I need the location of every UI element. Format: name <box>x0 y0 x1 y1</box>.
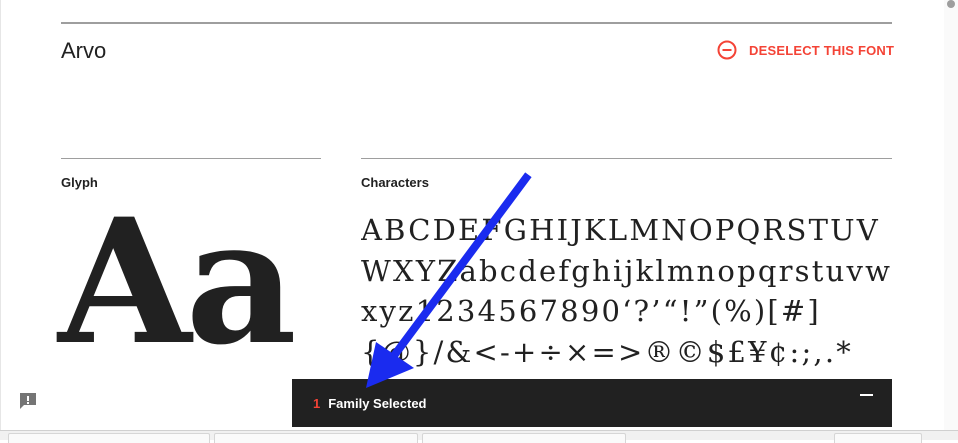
glyph-sample: Aa <box>58 180 297 383</box>
selected-family-count: 1 <box>313 395 321 411</box>
bottom-tab[interactable] <box>8 433 210 443</box>
bottom-tab[interactable] <box>214 433 418 443</box>
minus-circle-icon <box>717 40 737 60</box>
characters-section-divider <box>361 158 892 159</box>
font-name-title: Arvo <box>61 38 107 63</box>
selected-family-label: Family Selected <box>328 395 427 411</box>
drawer-collapse-button[interactable] <box>860 387 874 403</box>
characters-sample: ABCDEFGHIJKLMNOPQRSTUVWXYZabcdefghijklmn… <box>361 213 893 369</box>
font-card-divider <box>61 22 892 24</box>
feedback-button[interactable] <box>17 390 39 412</box>
characters-section-label: Characters <box>361 175 429 190</box>
deselect-font-button[interactable]: DESELECT THIS FONT <box>717 39 894 61</box>
feedback-icon <box>20 393 36 409</box>
scrollbar-thumb[interactable] <box>947 0 955 8</box>
vertical-scrollbar[interactable] <box>944 0 958 430</box>
bottom-tab[interactable] <box>834 433 922 443</box>
deselect-font-label: DESELECT THIS FONT <box>749 42 895 58</box>
glyph-section-divider <box>61 158 321 159</box>
bottom-tab[interactable] <box>422 433 626 443</box>
selection-drawer[interactable]: 1 Family Selected <box>292 379 892 427</box>
minus-icon <box>860 394 873 396</box>
page-left-edge <box>0 0 1 430</box>
